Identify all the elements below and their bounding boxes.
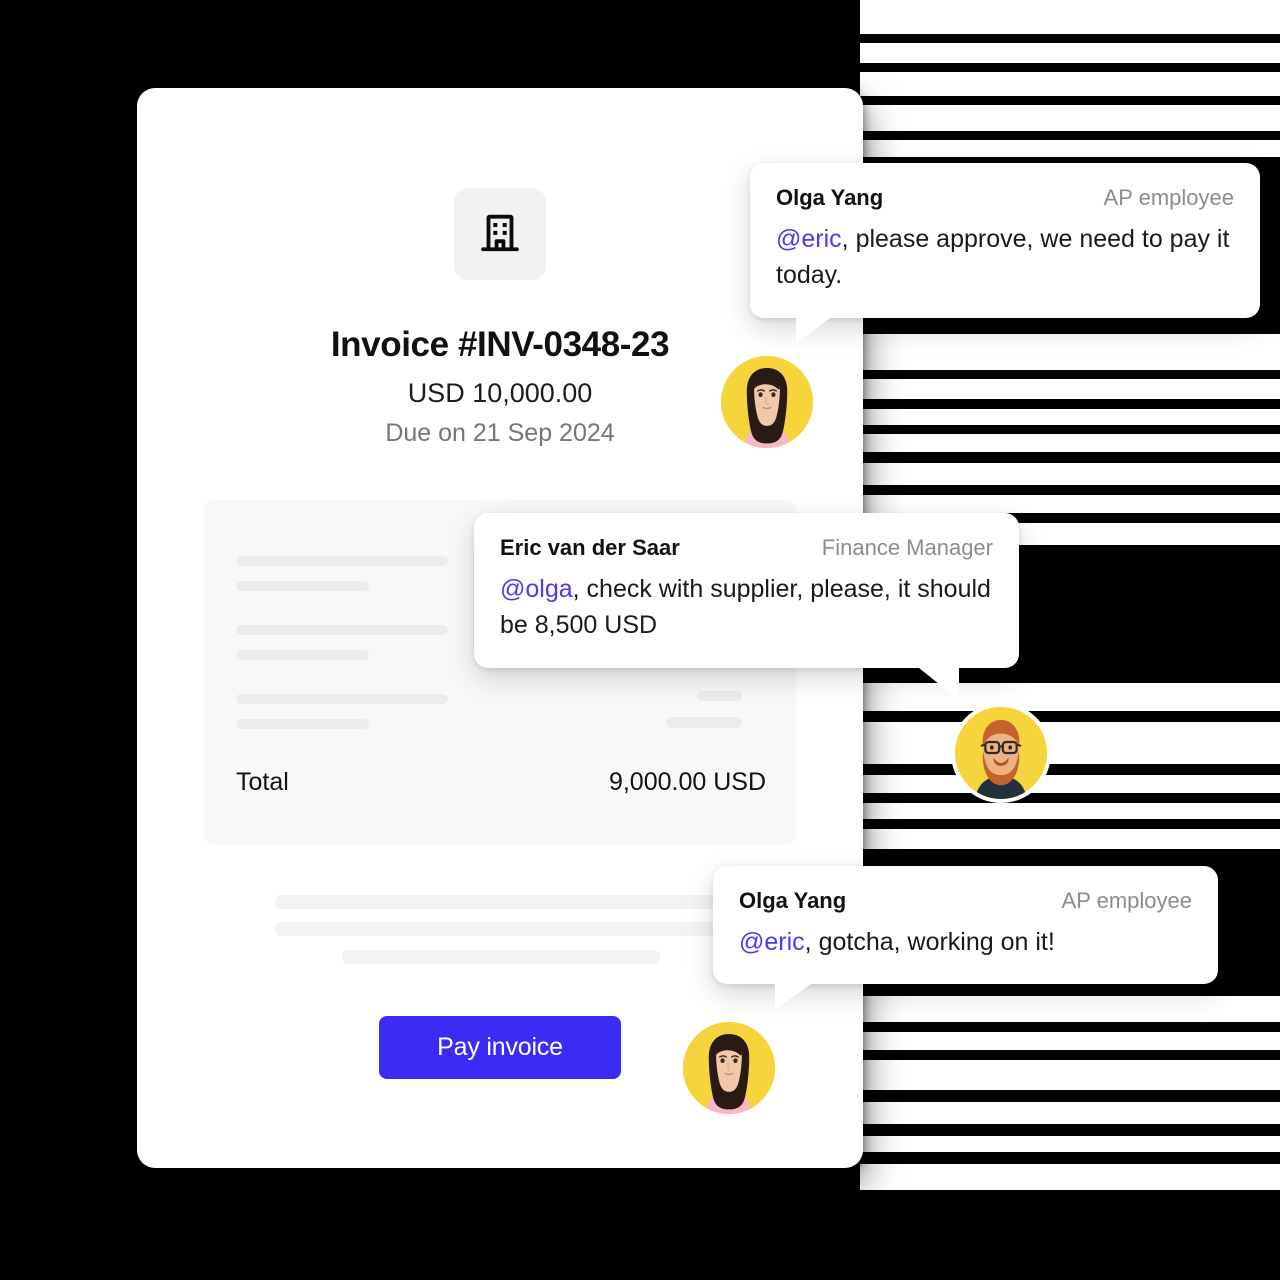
comment-role: Finance Manager [821,535,993,560]
background-stripe [860,1060,1280,1090]
comment-body: @eric, gotcha, working on it! [739,924,1192,960]
background-stripe [860,803,1280,819]
background-stripe [860,379,1280,399]
eric-avatar[interactable] [955,707,1047,799]
comment-body: @olga, check with supplier, please, it s… [500,571,993,644]
line-item-skeleton [236,719,369,729]
total-value: 9,000.00 USD [608,768,766,796]
company-logo [454,188,546,280]
mention-link[interactable]: @olga [500,575,573,603]
comment-text: , please approve, we need to pay it toda… [776,225,1230,290]
bubble-tail [919,667,959,700]
background-stripe [860,1164,1280,1190]
comment-role: AP employee [1103,185,1234,210]
olga-avatar-image [721,356,813,448]
background-stripe [860,722,1280,764]
olga-avatar[interactable] [683,1022,775,1114]
background-stripe [860,105,1280,131]
pay-invoice-button[interactable]: Pay invoice [379,1016,621,1079]
mention-link[interactable]: @eric [739,928,805,956]
background-stripe [860,775,1280,793]
comment-text: , check with supplier, please, it should… [500,575,991,640]
background-stripe [860,829,1280,849]
bubble-tail [775,984,811,1011]
background-stripe [860,495,1280,513]
office-building-icon [477,209,523,260]
total-label: Total [236,768,289,796]
background-stripe [860,1032,1280,1050]
comment-meta: Olga Yang AP employee [776,185,1234,211]
eric-avatar-image [955,707,1047,799]
comment-author: Olga Yang [776,185,884,210]
background-stripe [860,334,1280,370]
comment-meta: Olga Yang AP employee [739,888,1192,914]
comment-author: Olga Yang [739,888,847,913]
line-item-skeleton [236,625,448,635]
olga-avatar[interactable] [721,356,813,448]
mention-link[interactable]: @eric [776,225,842,253]
comment-author: Eric van der Saar [500,535,680,560]
background-stripe [860,409,1280,425]
olga-avatar-image [683,1022,775,1114]
line-item-skeleton [236,650,369,660]
background-stripe [860,43,1280,63]
background-stripe [860,434,1280,452]
comment-meta: Eric van der Saar Finance Manager [500,535,993,561]
invoice-total-row: Total 9,000.00 USD [236,768,766,797]
footer-skeleton [275,922,725,936]
background-stripe [860,1136,1280,1152]
footer-skeleton [275,895,725,909]
background-stripe [860,463,1280,485]
line-item-skeleton [236,556,448,566]
background-stripe [860,140,1280,157]
screenshot-stage: Invoice #INV-0348-23 USD 10,000.00 Due o… [0,0,1280,1280]
line-item-amount-skeleton [697,691,742,701]
comment-bubble[interactable]: Eric van der Saar Finance Manager @olga,… [474,513,1019,700]
line-item-amount-skeleton [666,717,742,728]
background-stripe [860,0,1280,34]
background-stripe [860,996,1280,1022]
comment-bubble[interactable]: Olga Yang AP employee @eric, please appr… [750,163,1260,344]
footer-skeleton [342,950,660,964]
line-item-skeleton [236,694,448,704]
line-item-skeleton [236,581,369,591]
bubble-tail [796,317,830,344]
background-stripe [860,1102,1280,1124]
comment-role: AP employee [1061,888,1192,913]
comment-body: @eric, please approve, we need to pay it… [776,221,1234,294]
comment-text: , gotcha, working on it! [804,928,1055,956]
background-stripe [860,72,1280,96]
comment-bubble[interactable]: Olga Yang AP employee @eric, gotcha, wor… [713,866,1218,1011]
